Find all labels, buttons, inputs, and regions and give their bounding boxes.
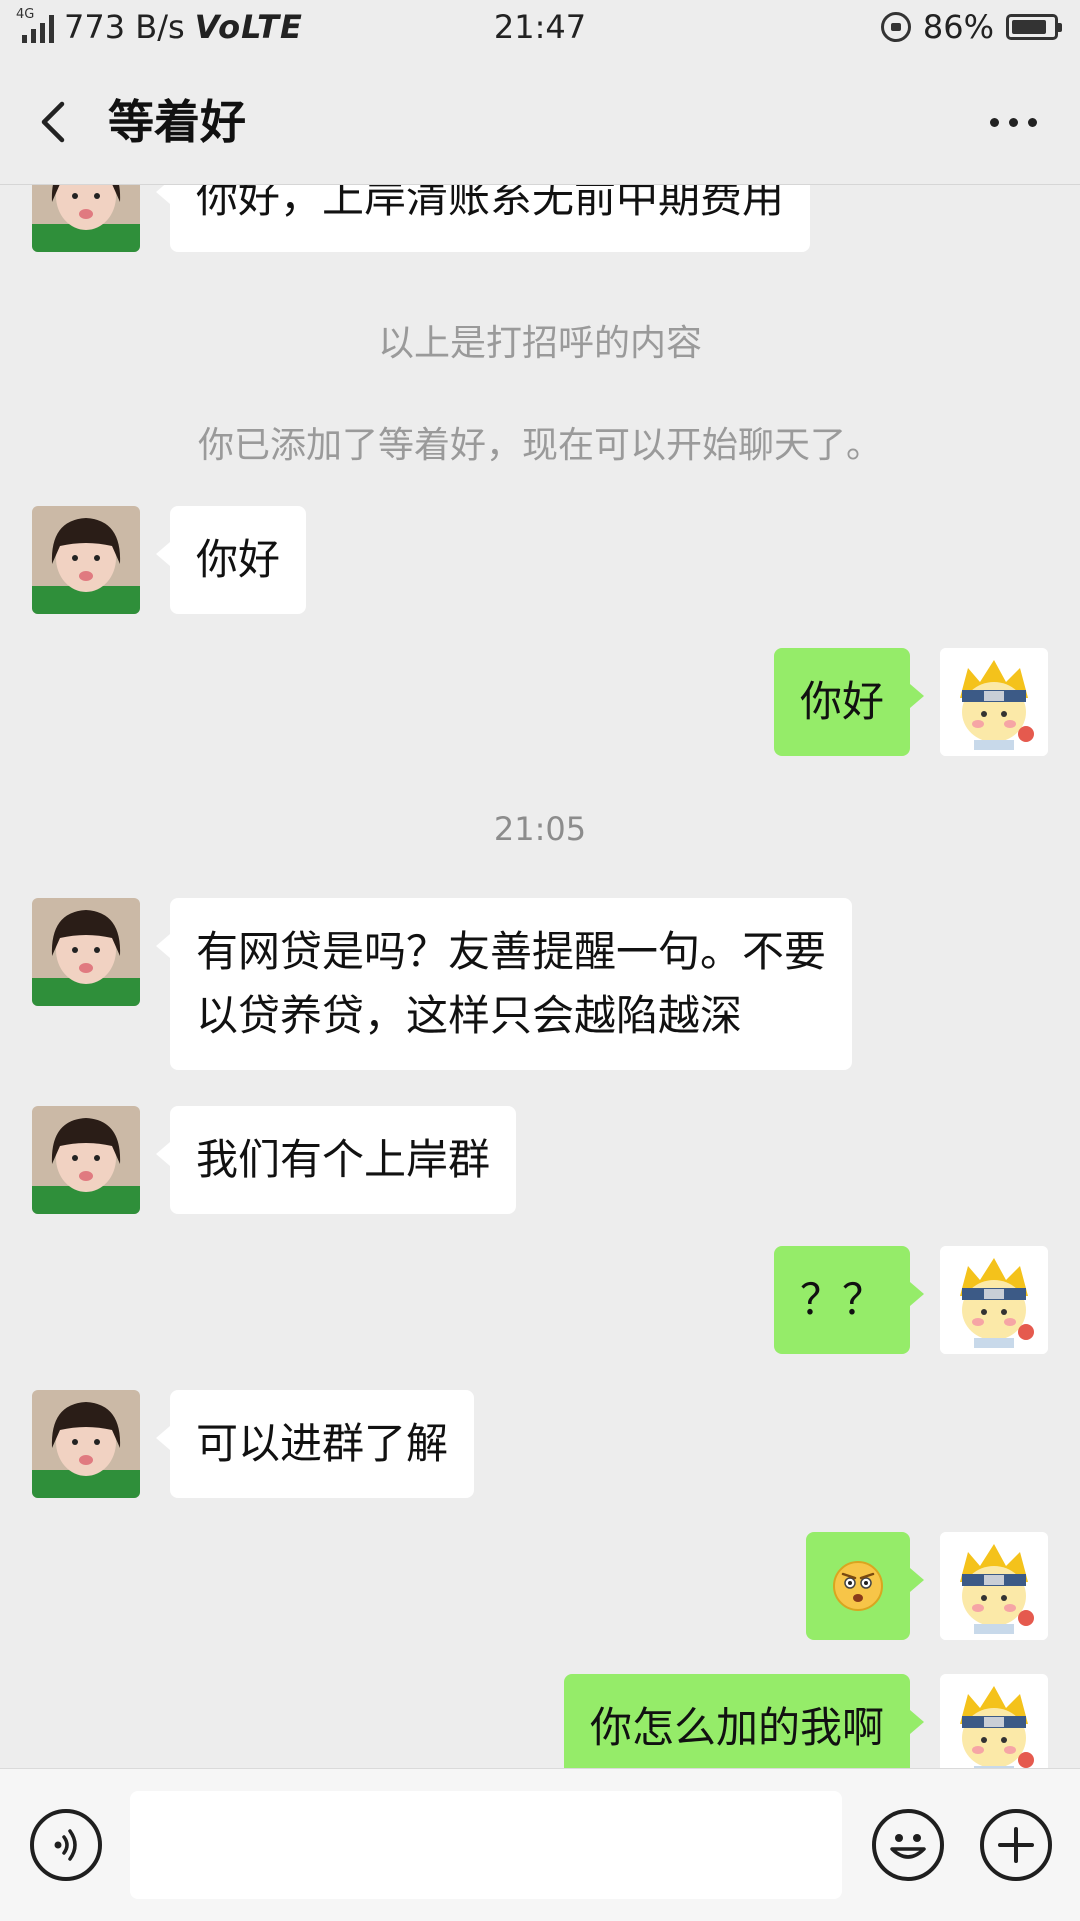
outgoing-message[interactable]: 你好 (773, 648, 925, 756)
message-timestamp: 21:05 (493, 810, 587, 848)
outgoing-message[interactable]: 你怎么加的我啊 (563, 1674, 925, 1768)
incoming-message[interactable]: 有网贷是吗？友善提醒一句。不要 以贷养贷，这样只会越陷越深 (155, 898, 853, 1070)
plus-icon[interactable] (980, 1809, 1052, 1881)
my-avatar[interactable] (940, 1246, 1048, 1354)
message-line: 有网贷是吗？友善提醒一句。不要 (196, 927, 827, 976)
outgoing-message[interactable]: ？？ (773, 1246, 925, 1354)
status-bar: 4G 773 B/s VoLTE 21:47 86% (0, 0, 1080, 56)
my-avatar[interactable] (940, 648, 1048, 756)
angry-face-emoji (833, 1561, 883, 1611)
incoming-message[interactable]: 我们有个上岸群 (155, 1106, 517, 1214)
contact-avatar[interactable] (32, 898, 140, 1006)
contact-avatar[interactable] (32, 506, 140, 614)
input-bar (0, 1768, 1080, 1921)
chat-title: 等着好 (108, 95, 246, 149)
battery-icon (1006, 14, 1062, 40)
message-line: 以贷养贷，这样只会越陷越深 (196, 991, 743, 1040)
incoming-message[interactable]: 你好，上岸清账系无前中期费用 (155, 184, 811, 252)
smiley-icon[interactable] (872, 1809, 944, 1881)
my-avatar[interactable] (940, 1674, 1048, 1768)
my-avatar[interactable] (940, 1532, 1048, 1640)
contact-avatar[interactable] (32, 1106, 140, 1214)
voice-icon[interactable] (30, 1809, 102, 1881)
chevron-left-icon[interactable] (22, 90, 86, 154)
rotation-lock-icon (880, 12, 911, 42)
incoming-message[interactable]: 你好 (155, 506, 307, 614)
contact-avatar[interactable] (32, 1390, 140, 1498)
system-notice: 你已添加了等着好，现在可以开始聊天了。 (197, 425, 882, 466)
outgoing-message[interactable] (806, 1532, 924, 1640)
message-input[interactable] (130, 1791, 842, 1899)
chat-header: 等着好 (0, 56, 1080, 185)
system-notice: 以上是打招呼的内容 (377, 323, 702, 364)
more-dots-icon[interactable] (968, 90, 1058, 154)
battery-percent: 86% (922, 8, 994, 46)
incoming-message[interactable]: 可以进群了解 (155, 1390, 475, 1498)
message-list[interactable]: 你好，上岸清账系无前中期费用 以上是打招呼的内容 你已添加了等着好，现在可以开始… (0, 184, 1080, 1768)
contact-avatar[interactable] (32, 184, 140, 252)
